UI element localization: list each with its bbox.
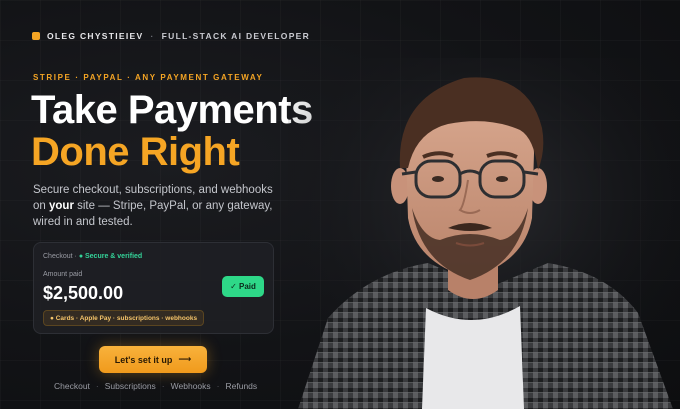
page-title: Take Payments Done Right — [31, 89, 313, 173]
subtitle-emphasis: your — [49, 200, 74, 212]
features-pill: ● Cards · Apple Pay · subscriptions · we… — [43, 310, 205, 326]
brand-separator: · — [150, 31, 155, 41]
eyebrow-text: STRIPE · PAYPAL · ANY PAYMENT GATEWAY — [33, 73, 264, 82]
brand-mark-icon — [32, 32, 40, 40]
footer-separator: · — [161, 381, 165, 391]
footer-links: Checkout · Subscriptions · Webhooks · Re… — [54, 381, 257, 391]
brand-role: FULL-STACK AI DEVELOPER — [161, 31, 311, 41]
portrait-photo — [288, 58, 680, 409]
secure-badge: ● Secure & verified — [78, 253, 143, 260]
headline-line-2: Done Right — [31, 130, 240, 174]
brand-name: OLEG CHYSTIEIEV — [47, 31, 144, 41]
checkout-card-header: Checkout · ● Secure & verified — [43, 253, 142, 260]
hero-subtitle: Secure checkout, subscriptions, and webh… — [33, 182, 273, 230]
footer-link-refunds[interactable]: Refunds — [226, 381, 258, 391]
checkout-card: Checkout · ● Secure & verified Amount pa… — [33, 242, 274, 334]
checkout-label: Checkout · — [43, 253, 77, 260]
paid-status-badge: ✓ Paid — [222, 276, 264, 297]
headline-line-1: Take Payments — [31, 88, 313, 132]
amount-label: Amount paid — [43, 271, 83, 278]
amount-value: $2,500.00 — [43, 283, 124, 303]
footer-link-webhooks[interactable]: Webhooks — [171, 381, 211, 391]
footer-link-checkout[interactable]: Checkout — [54, 381, 90, 391]
footer-separator: · — [216, 381, 220, 391]
brand-header: OLEG CHYSTIEIEV · FULL-STACK AI DEVELOPE… — [32, 31, 310, 41]
footer-link-subscriptions[interactable]: Subscriptions — [105, 381, 156, 391]
footer-separator: · — [95, 381, 99, 391]
arrow-right-icon: ⟶ — [178, 354, 192, 364]
cta-button[interactable]: Let's set it up ⟶ — [99, 346, 207, 373]
cta-label: Let's set it up — [114, 354, 173, 365]
